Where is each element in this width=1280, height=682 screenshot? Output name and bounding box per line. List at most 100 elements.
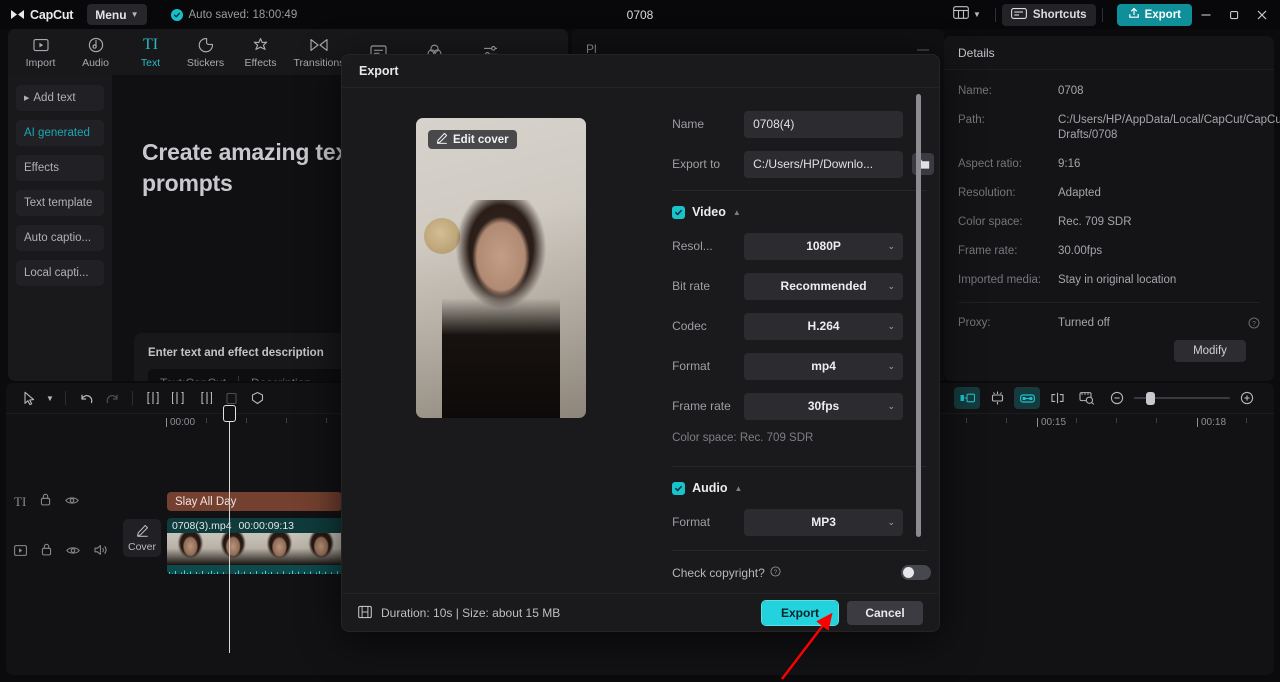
cursor-dropdown-icon[interactable]: ▼ (42, 387, 58, 409)
tab-stickers[interactable]: Stickers (179, 30, 232, 74)
codec-value: H.264 (807, 319, 840, 333)
tab-import[interactable]: Import (14, 30, 67, 74)
sidebar-item-effects[interactable]: Effects (16, 155, 104, 181)
tab-text[interactable]: TI Text (124, 30, 177, 74)
audio-format-select[interactable]: MP3 ⌄ (744, 508, 904, 536)
format-select[interactable]: mp4 ⌄ (744, 352, 904, 380)
chevron-up-icon[interactable]: ▲ (733, 208, 741, 217)
codec-select[interactable]: H.264 ⌄ (744, 312, 904, 340)
help-circle-icon[interactable]: ? (770, 565, 781, 580)
name-input[interactable]: 0708(4) (744, 110, 904, 138)
timeline-playhead[interactable] (223, 405, 236, 653)
audio-checkbox[interactable] (672, 481, 686, 495)
timeline-text-clip[interactable]: Slay All Day (167, 492, 342, 511)
audio-section-header[interactable]: Audio ▲ (660, 481, 939, 495)
mirror-icon[interactable] (244, 387, 270, 409)
video-section-header[interactable]: Video ▲ (660, 205, 939, 219)
menu-button[interactable]: Menu ▼ (87, 4, 147, 25)
trim-left-icon[interactable] (166, 387, 192, 409)
split-icon[interactable] (140, 387, 166, 409)
playhead-grip[interactable] (223, 405, 236, 422)
chevron-down-icon: ⌄ (887, 280, 896, 291)
help-circle-icon[interactable]: ? (1248, 317, 1260, 332)
title-bar: CapCut Menu ▼ Auto saved: 18:00:49 0708 … (0, 0, 1280, 29)
resolution-select[interactable]: 1080P ⌄ (744, 232, 904, 260)
ruler-label: 00:15 (1036, 417, 1067, 428)
shortcuts-label: Shortcuts (1032, 8, 1087, 21)
eye-icon[interactable] (65, 493, 80, 511)
tab-audio[interactable]: Audio (69, 30, 122, 74)
video-checkbox[interactable] (672, 205, 686, 219)
sidebar-item-add-text[interactable]: ▶ Add text (16, 85, 104, 111)
edit-pencil-icon (436, 132, 448, 147)
chevron-down-icon: ▼ (130, 10, 139, 19)
autosave-text: Auto saved: 18:00:49 (188, 8, 298, 21)
export-confirm-button[interactable]: Export (761, 600, 839, 626)
details-key: Imported media: (958, 274, 1042, 286)
sidebar-item-label: Effects (24, 162, 59, 174)
framerate-label: Frame rate (672, 399, 731, 413)
minimize-button[interactable] (1192, 0, 1220, 29)
zoom-out-icon[interactable] (1104, 387, 1130, 409)
format-label: Format (672, 359, 711, 373)
duration-text: Duration: 10s | Size: about 15 MB (381, 606, 561, 620)
zoom-in-icon[interactable] (1234, 387, 1260, 409)
text-sidebar: ▶ Add text AI generated Effects Text tem… (8, 75, 112, 381)
bitrate-select[interactable]: Recommended ⌄ (744, 272, 904, 300)
framerate-select[interactable]: 30fps ⌄ (744, 392, 904, 420)
preview-scale-icon[interactable] (1074, 387, 1100, 409)
keyframe-icon[interactable] (1044, 387, 1070, 409)
sidebar-item-local-captions[interactable]: Local capti... (16, 260, 104, 286)
link-clips-icon[interactable] (1014, 387, 1040, 409)
select-cursor-icon[interactable] (16, 387, 42, 409)
shortcuts-button[interactable]: Shortcuts (1001, 3, 1096, 26)
text-track-icon: TI (14, 494, 27, 509)
undo-icon[interactable] (73, 387, 99, 409)
dialog-scrollbar[interactable] (916, 94, 921, 537)
bitrate-row: Bit rate Recommended ⌄ (660, 272, 939, 300)
modify-button[interactable]: Modify (1174, 340, 1246, 362)
snap-icon[interactable] (984, 387, 1010, 409)
cover-button[interactable]: Cover (123, 519, 161, 557)
trim-right-icon[interactable] (192, 387, 218, 409)
lock-icon[interactable] (40, 493, 51, 511)
prompt-text-input[interactable]: Text:CapCut (148, 376, 238, 381)
timeline-video-clip[interactable]: 0708(3).mp4 00:00:09:13 (167, 518, 345, 574)
volume-icon[interactable] (94, 543, 108, 561)
sidebar-item-ai-generated[interactable]: AI generated (16, 120, 104, 146)
zoom-slider-knob[interactable] (1146, 391, 1155, 405)
sidebar-item-text-template[interactable]: Text template (16, 190, 104, 216)
split-clip-left-icon[interactable] (954, 387, 980, 409)
video-clip-thumbnails (167, 533, 345, 565)
check-copyright-label: Check copyright? ? (672, 566, 781, 580)
edit-cover-button[interactable]: Edit cover (428, 130, 517, 149)
sidebar-item-auto-captions[interactable]: Auto captio... (16, 225, 104, 251)
bitrate-label: Bit rate (672, 279, 711, 293)
details-row-color-space: Color space: Rec. 709 SDR (958, 215, 1260, 230)
video-clip-duration: 00:00:09:13 (238, 519, 295, 532)
export-top-button[interactable]: Export (1116, 3, 1192, 26)
check-copyright-toggle[interactable] (901, 565, 931, 580)
prompt-description-input[interactable]: Description (239, 376, 323, 381)
export-to-label: Export to (672, 157, 721, 171)
export-path-input[interactable]: C:/Users/HP/Downlo... (744, 150, 904, 178)
close-button[interactable] (1248, 0, 1276, 29)
video-track-icon (14, 543, 27, 561)
resolution-label: Resol... (672, 239, 713, 253)
chevron-down-icon: ▼ (972, 10, 981, 19)
format-row: Format mp4 ⌄ (660, 352, 939, 380)
tab-transitions[interactable]: Transitions (289, 30, 349, 74)
chevron-up-icon[interactable]: ▲ (734, 484, 742, 493)
details-key: Path: (958, 114, 985, 126)
lock-icon[interactable] (41, 543, 52, 561)
eye-icon[interactable] (66, 543, 80, 561)
tab-effects[interactable]: Effects (234, 30, 287, 74)
details-row-path: Path: C:/Users/HP/AppData/Local/CapCut/C… (958, 113, 1280, 143)
maximize-button[interactable] (1220, 0, 1248, 29)
clip-thumbnail (211, 533, 256, 565)
details-key: Name: (958, 85, 992, 97)
cancel-button[interactable]: Cancel (847, 601, 923, 625)
layout-button[interactable]: ▼ (945, 5, 989, 24)
timeline-zoom-slider[interactable] (1134, 391, 1230, 405)
chevron-down-icon: ⌄ (887, 400, 896, 411)
